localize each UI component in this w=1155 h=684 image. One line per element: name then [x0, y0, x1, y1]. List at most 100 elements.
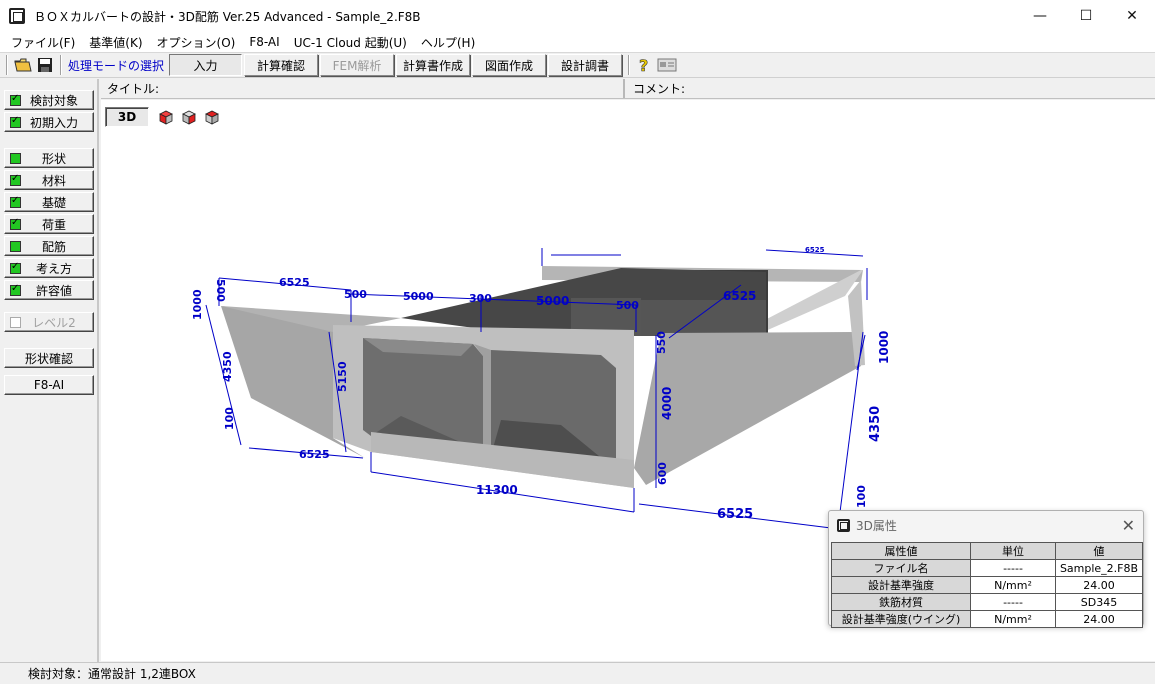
sidebar-item-rebar[interactable]: 配筋: [4, 236, 94, 256]
sidebar-item-label: 許容値: [35, 283, 72, 298]
menu-f8-ai[interactable]: F8-AI: [242, 35, 286, 49]
side-view-cube-icon[interactable]: [178, 107, 200, 127]
help-icon[interactable]: ?: [634, 54, 656, 76]
check-icon: [10, 93, 21, 106]
property-unit: -----: [970, 593, 1056, 611]
property-name: 鉄筋材質: [831, 593, 971, 611]
toolbar-separator: [628, 55, 631, 75]
table-row: 鉄筋材質 ----- SD345: [831, 593, 1143, 611]
close-button[interactable]: ✕: [1109, 0, 1155, 32]
front-view-cube-icon[interactable]: [155, 107, 177, 127]
svg-text:?: ?: [639, 56, 648, 74]
toolbar-separator: [60, 55, 62, 75]
property-name: 設計基準強度: [831, 576, 971, 594]
property-unit: N/mm²: [970, 576, 1056, 594]
menu-file[interactable]: ファイル(F): [4, 34, 82, 51]
property-table: 属性値 単位 値 ファイル名 ----- Sample_2.F8B 設計基準強度…: [831, 542, 1143, 628]
dim-label: 6525: [805, 246, 825, 254]
dim-label: 6525: [723, 289, 756, 303]
sidebar-item-label: レベル2: [32, 315, 76, 330]
report-create-button[interactable]: 計算書作成: [396, 54, 471, 76]
dim-label: 1000: [877, 331, 891, 364]
property-name: 設計基準強度(ウイング): [831, 610, 971, 628]
dim-label: 300: [469, 292, 492, 305]
sidebar-item-label: 考え方: [35, 261, 72, 276]
sidebar-item-shape[interactable]: 形状: [4, 148, 94, 168]
dim-label: 4350: [221, 351, 234, 382]
menu-uc1-cloud[interactable]: UC-1 Cloud 起動(U): [287, 34, 414, 51]
top-view-cube-icon[interactable]: [201, 107, 223, 127]
panel-icon: [837, 518, 850, 532]
sidebar-item-label: 検討対象: [29, 93, 78, 108]
calc-check-button[interactable]: 計算確認: [244, 54, 319, 76]
toolbar: 処理モードの選択 入力 計算確認 FEM解析 計算書作成 図面作成 設計調書 ?: [0, 52, 1155, 78]
minimize-button[interactable]: —: [1017, 0, 1063, 32]
sidebar-item-approach[interactable]: 考え方: [4, 258, 94, 278]
table-header-row: 属性値 単位 値: [831, 542, 1143, 560]
check-icon: [10, 217, 21, 230]
toolbar-separator: [6, 55, 8, 75]
sidebar-item-material[interactable]: 材料: [4, 170, 94, 190]
dim-label: 500: [214, 279, 227, 302]
check-icon: [10, 283, 21, 296]
dim-label: 6525: [717, 507, 753, 522]
check-icon: [10, 173, 21, 186]
dim-label: 100: [223, 407, 236, 430]
column-header: 属性値: [831, 542, 971, 560]
dim-label: 100: [855, 485, 868, 508]
sidebar-item-allowable[interactable]: 許容値: [4, 280, 94, 300]
table-row: 設計基準強度 N/mm² 24.00: [831, 576, 1143, 594]
sidebar-item-label: 初期入力: [29, 115, 78, 130]
sidebar-item-load[interactable]: 荷重: [4, 214, 94, 234]
sidebar-item-label: 基礎: [41, 195, 66, 210]
comment-field[interactable]: コメント:: [625, 80, 685, 97]
open-folder-icon[interactable]: [12, 54, 34, 76]
property-value: 24.00: [1055, 576, 1143, 594]
title-field[interactable]: タイトル:: [101, 79, 625, 98]
shape-check-button[interactable]: 形状確認: [4, 348, 94, 368]
menu-help[interactable]: ヘルプ(H): [414, 34, 482, 51]
check-icon: [10, 195, 21, 208]
sidebar-item-foundation[interactable]: 基礎: [4, 192, 94, 212]
dim-label: 6525: [299, 448, 330, 461]
drawing-create-button[interactable]: 図面作成: [472, 54, 547, 76]
design-summary-button[interactable]: 設計調書: [548, 54, 623, 76]
3d-view-button[interactable]: 3D: [105, 107, 149, 127]
status-icon: [10, 152, 21, 164]
status-bar: 検討対象：通常設計 1,2連BOX: [0, 662, 1155, 684]
f8-ai-button[interactable]: F8-AI: [4, 375, 94, 395]
dim-label: 4350: [868, 406, 883, 442]
input-mode-button[interactable]: 入力: [169, 54, 243, 76]
save-icon[interactable]: [34, 54, 56, 76]
sidebar: 検討対象 初期入力 形状 材料 基礎 荷重 配筋 考え方 許容値 レベル2 形状…: [0, 79, 99, 662]
check-icon: [10, 261, 21, 274]
property-value: SD345: [1055, 593, 1143, 611]
panel-close-icon[interactable]: ✕: [1122, 516, 1135, 535]
sidebar-item-initial-input[interactable]: 初期入力: [4, 112, 94, 132]
title-label: タイトル:: [107, 82, 160, 96]
sidebar-item-label: 形状: [41, 151, 66, 166]
dim-label: 5000: [403, 290, 434, 303]
view-toolbar: 3D: [105, 106, 223, 128]
top-slab-inner: [636, 300, 766, 336]
checkbox-icon: [10, 316, 21, 328]
menu-standards[interactable]: 基準値(K): [82, 34, 149, 51]
menu-options[interactable]: オプション(O): [150, 34, 243, 51]
panel-header: 3D属性 ✕: [829, 511, 1143, 539]
card-icon[interactable]: [656, 54, 678, 76]
sidebar-item-target[interactable]: 検討対象: [4, 90, 94, 110]
panel-title: 3D属性: [856, 518, 897, 533]
app-icon[interactable]: [9, 8, 25, 24]
table-row: 設計基準強度(ウイング) N/mm² 24.00: [831, 610, 1143, 628]
3d-property-panel: 3D属性 ✕ 属性値 単位 値 ファイル名 ----- Sample_2.F8B…: [828, 510, 1144, 628]
maximize-button[interactable]: ☐: [1063, 0, 1109, 32]
table-row: ファイル名 ----- Sample_2.F8B: [831, 559, 1143, 577]
sidebar-item-label: F8-AI: [33, 378, 65, 392]
column-header: 単位: [970, 542, 1056, 560]
title-bar: ＢＯＸカルバートの設計・3D配筋 Ver.25 Advanced - Sampl…: [0, 0, 1155, 32]
mode-select-label: 処理モードの選択: [68, 58, 165, 73]
window-title: ＢＯＸカルバートの設計・3D配筋 Ver.25 Advanced - Sampl…: [34, 9, 421, 24]
dim-label: 5000: [536, 294, 569, 308]
dim-label: 5150: [336, 361, 349, 392]
sidebar-item-label: 材料: [41, 173, 66, 188]
